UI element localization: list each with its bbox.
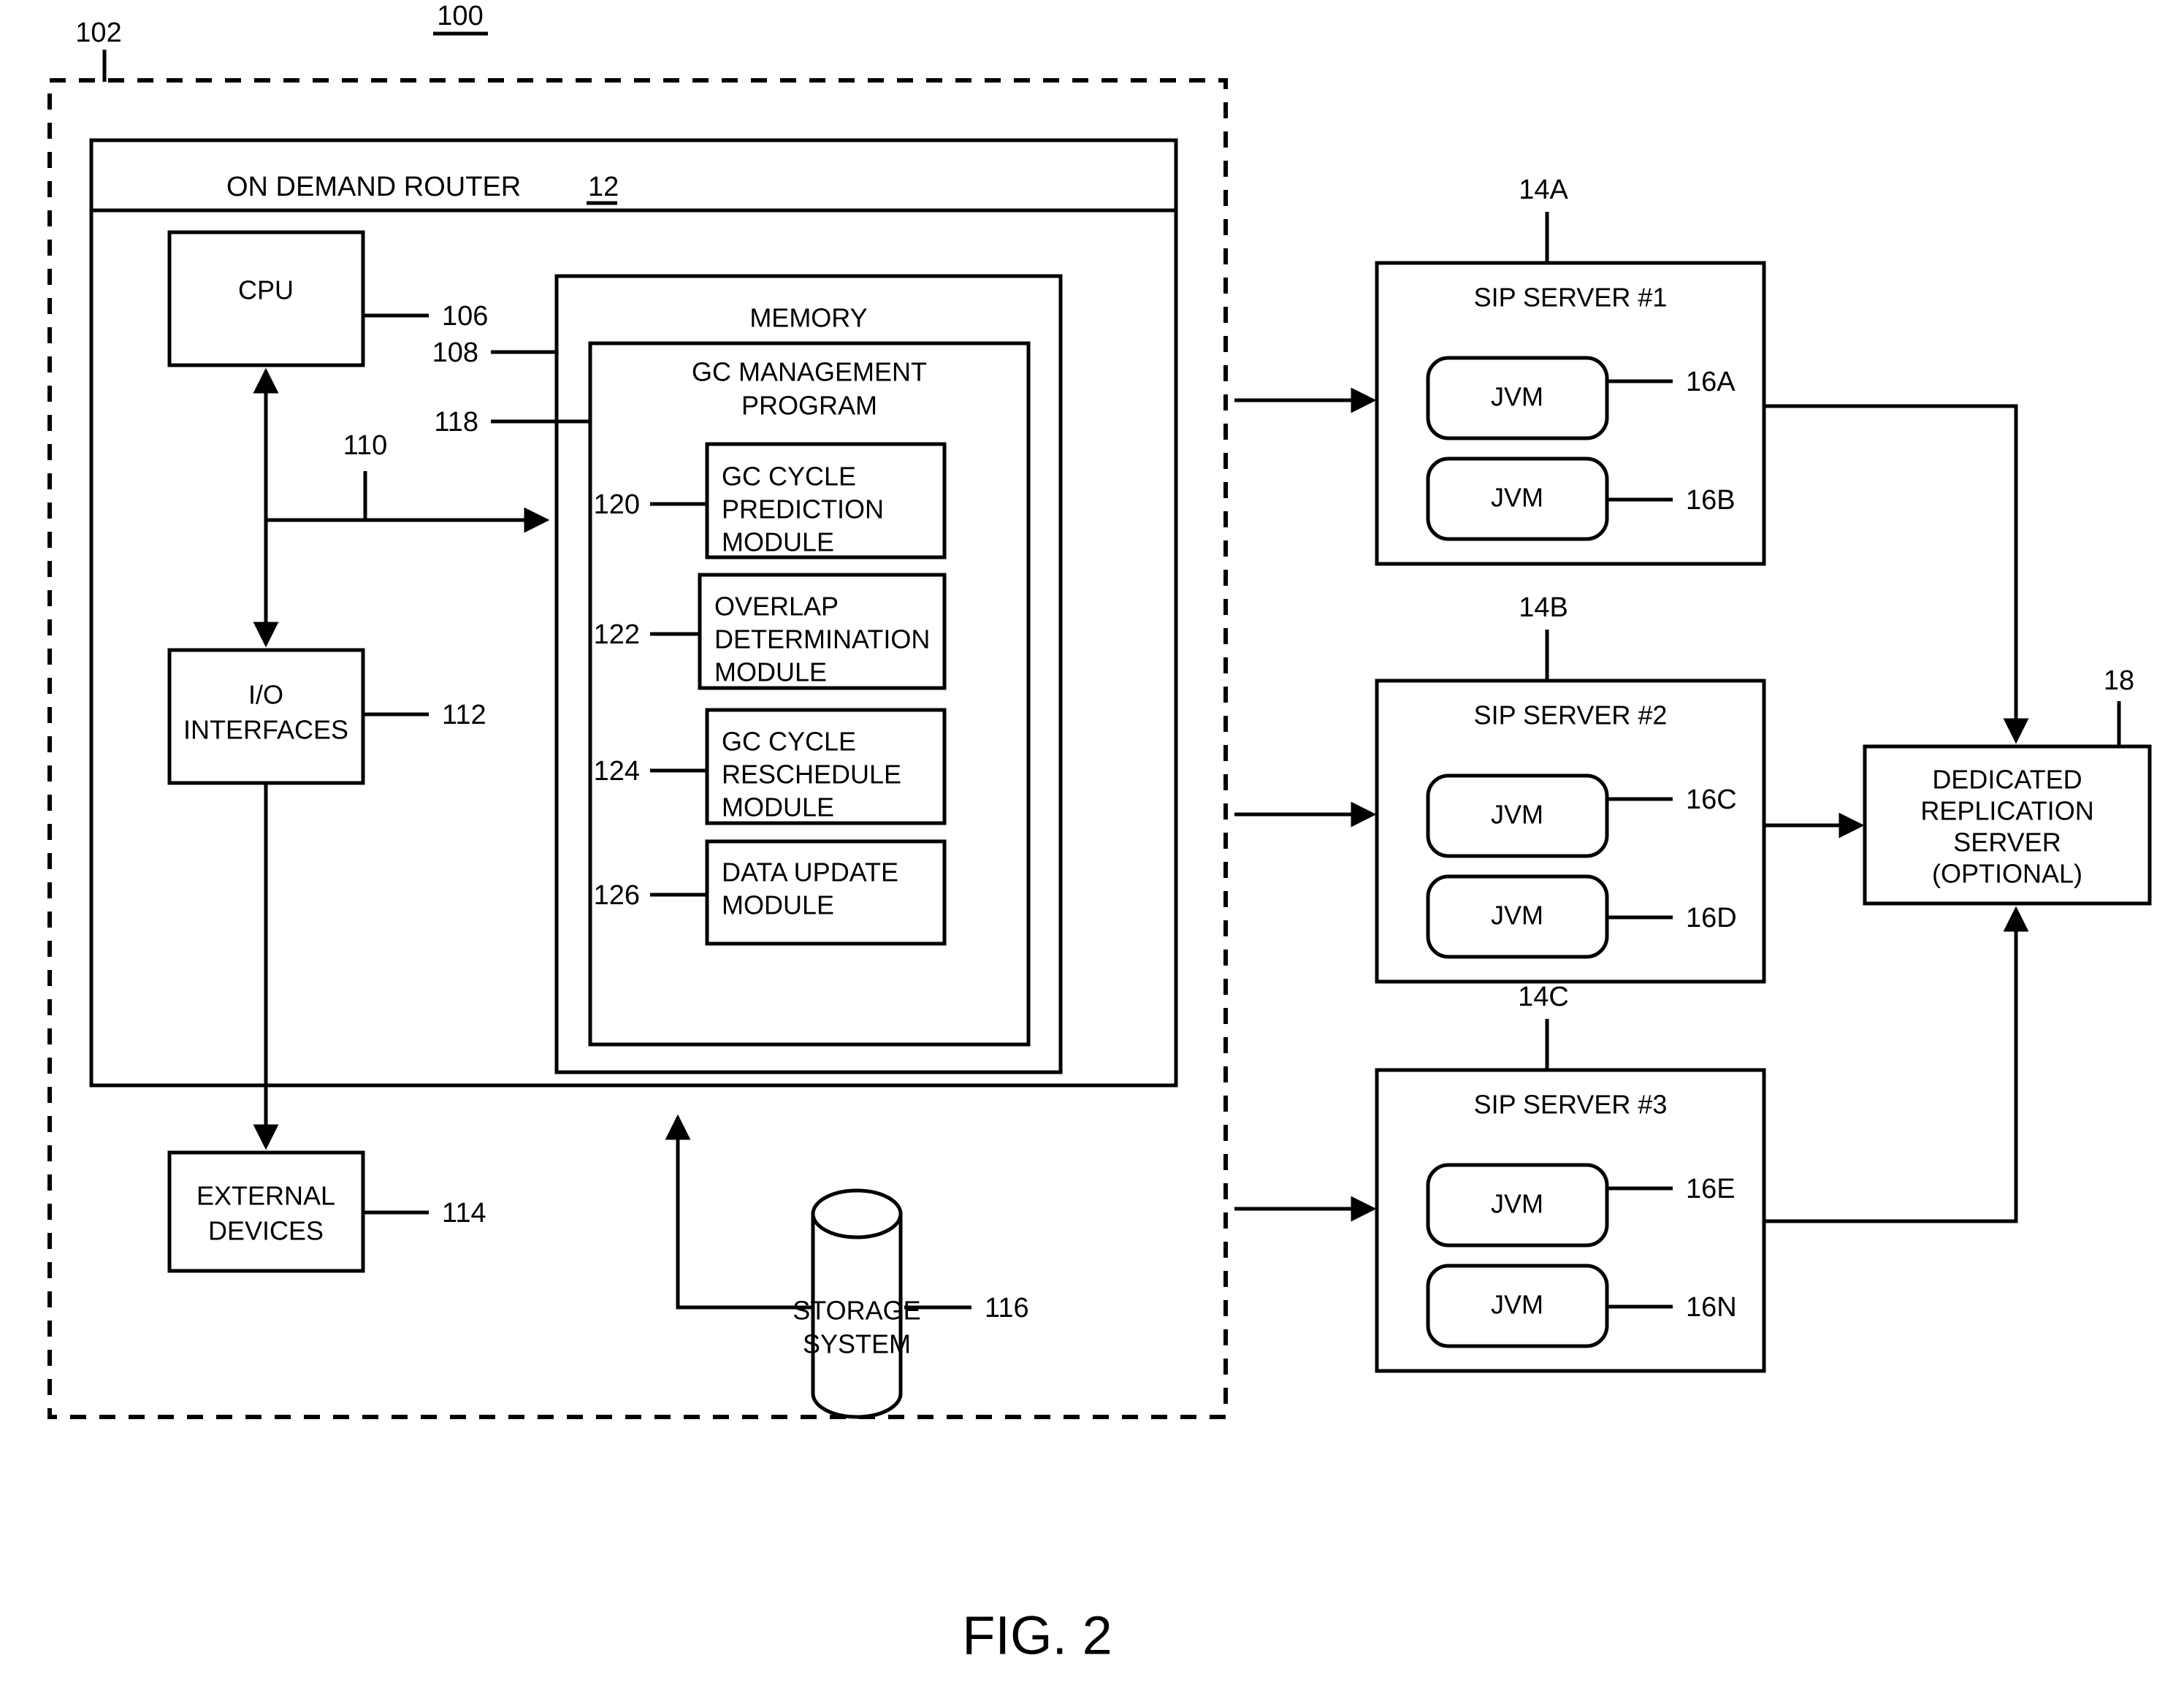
module-124-line3: MODULE [722,792,834,822]
module-124-line1: GC CYCLE [722,727,856,757]
ref-number-14A: 14A [1519,175,1568,205]
sip-server-3-jvm-16N-label: JVM [1491,1290,1543,1320]
ref-number-102: 102 [75,18,121,48]
external-devices-box [167,1150,365,1273]
sip-server-3-title: SIP SERVER #3 [1474,1090,1668,1120]
sip-server-2-jvm-16C-label: JVM [1491,800,1543,830]
io-interfaces-label-line1: I/O [248,680,283,710]
replication-server-line4: (OPTIONAL) [1932,859,2082,889]
external-devices-label-line1: EXTERNAL [196,1181,335,1211]
on-demand-router-title: ON DEMAND ROUTER [226,172,521,202]
ref-number-16B: 16B [1686,485,1736,516]
sip-server-2-title: SIP SERVER #2 [1474,700,1668,730]
ref-number-16N: 16N [1686,1292,1737,1323]
patent-figure-canvas: 102 100 ON DEMAND ROUTER 12 CPU 106 I/O … [0,0,2184,1704]
ref-number-100: 100 [437,1,483,31]
gc-management-program-line1: GC MANAGEMENT [692,357,927,387]
module-120-line3: MODULE [722,527,834,557]
module-120-line1: GC CYCLE [722,462,856,492]
memory-label: MEMORY [749,303,867,333]
figure-caption: FIG. 2 [962,1605,1112,1666]
sip-server-1-jvm-16A-label: JVM [1491,382,1543,412]
ref-number-120: 120 [594,489,640,520]
gc-management-program-line2: PROGRAM [741,391,877,421]
replication-server-line1: DEDICATED [1932,765,2082,795]
module-122-line2: DETERMINATION [714,624,930,654]
cpu-label: CPU [238,275,294,305]
module-120-line2: PREDICTION [722,494,884,524]
ref-number-112: 112 [442,700,486,730]
ref-number-124: 124 [594,756,640,787]
storage-system-cylinder-top [811,1188,903,1239]
ref-number-108: 108 [432,337,478,368]
on-demand-router-ref-12: 12 [588,172,619,202]
ref-number-16C: 16C [1686,784,1737,815]
storage-system-line1: STORAGE [793,1296,920,1326]
ref-number-16D: 16D [1686,903,1737,933]
module-126-line1: DATA UPDATE [722,857,898,887]
module-122-line1: OVERLAP [714,592,839,622]
ref-number-118: 118 [434,407,478,438]
ref-number-14B: 14B [1519,592,1568,623]
external-devices-label-line2: DEVICES [208,1216,324,1246]
storage-system-line2: SYSTEM [803,1329,911,1359]
ref-number-14C: 14C [1518,982,1569,1012]
sip-server-3-jvm-16E-label: JVM [1491,1189,1543,1219]
sip-server-3-to-replication-arrow [1764,906,2029,1223]
ref-number-18: 18 [2104,665,2134,696]
ref-number-114: 114 [442,1198,486,1229]
block-diagram-svg: 102 100 ON DEMAND ROUTER 12 CPU 106 I/O … [47,1,2152,1666]
ref-number-16E: 16E [1686,1174,1736,1204]
sip-server-1-to-replication-arrow [1764,404,2029,744]
ref-number-110: 110 [343,430,388,461]
replication-server-line3: SERVER [1953,828,2061,857]
module-124-line2: RESCHEDULE [722,760,901,790]
module-122-line3: MODULE [714,657,827,687]
replication-server-line2: REPLICATION [1920,796,2093,826]
ref-number-116: 116 [985,1293,1029,1323]
sip-server-2-jvm-16D-label: JVM [1491,901,1543,931]
sip-server-1-title: SIP SERVER #1 [1474,283,1668,313]
ref-number-122: 122 [594,619,640,650]
ref-number-16A: 16A [1686,367,1736,397]
ref-number-126: 126 [594,880,640,911]
module-126-line2: MODULE [722,890,834,920]
storage-to-memory-arrow [665,1114,813,1310]
sip-server-1-jvm-16B-label: JVM [1491,483,1543,513]
io-interfaces-label-line2: INTERFACES [183,715,348,745]
ref-number-106: 106 [442,301,488,332]
